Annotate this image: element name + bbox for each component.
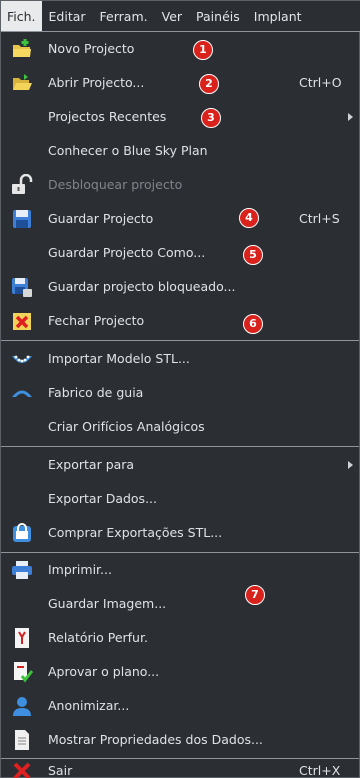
- menu-item-label: Anonimizar...: [48, 698, 130, 713]
- menu-item-label: Desbloquear projecto: [48, 177, 183, 192]
- menu-item-label: Abrir Projecto...: [48, 75, 145, 90]
- menu-item-export-data[interactable]: Exportar Dados...: [1, 482, 359, 516]
- anonymize-user-icon: [13, 697, 31, 716]
- import-stl-icon: [12, 355, 32, 363]
- shortcut-label: Ctrl+X: [299, 763, 341, 778]
- menu-item-approve-plan[interactable]: Aprovar o plano...: [1, 655, 359, 689]
- menu-item-label: Relatório Perfur.: [48, 630, 148, 645]
- menu-item-label: Novo Projecto: [48, 41, 135, 56]
- menu-item-label: Aprovar o plano...: [48, 664, 160, 679]
- menu-item-buy-stl-exports[interactable]: Comprar Exportações STL...: [1, 516, 359, 550]
- menu-file[interactable]: Fich.: [1, 1, 42, 31]
- menu-item-new-project[interactable]: Novo Projecto: [1, 32, 359, 66]
- submenu-arrow-icon: [348, 461, 353, 469]
- application-window: Fich. Editar Ferram. Ver Painéis Implant…: [0, 0, 360, 778]
- annotation-badge: 3: [201, 108, 221, 128]
- exit-icon: [13, 762, 31, 778]
- open-folder-icon: [13, 74, 32, 90]
- annotation-badge: 6: [243, 314, 263, 334]
- annotation-badge: 1: [193, 40, 213, 60]
- shortcut-label: Ctrl+O: [299, 75, 342, 90]
- menu-item-label: Imprimir...: [48, 562, 112, 577]
- menu-item-save-project-as[interactable]: Guardar Projecto Como...: [1, 236, 359, 270]
- annotation-badge: 4: [239, 208, 259, 228]
- menu-item-about-blue-sky-plan[interactable]: Conhecer o Blue Sky Plan: [1, 134, 359, 168]
- menu-separator: [1, 340, 359, 341]
- menu-item-recent-projects[interactable]: Projectos Recentes: [1, 100, 359, 134]
- menu-item-import-stl[interactable]: Importar Modelo STL...: [1, 342, 359, 376]
- menu-implant[interactable]: Implant: [247, 1, 309, 31]
- menu-item-label: Importar Modelo STL...: [48, 351, 190, 366]
- menu-bar: Fich. Editar Ferram. Ver Painéis Implant: [1, 1, 360, 32]
- menu-item-save-image[interactable]: Guardar Imagem...: [1, 587, 359, 621]
- submenu-arrow-icon: [348, 113, 353, 121]
- menu-view[interactable]: Ver: [155, 1, 189, 31]
- menu-tools[interactable]: Ferram.: [93, 1, 155, 31]
- menu-item-label: Sair: [48, 763, 73, 778]
- file-menu-dropdown: Novo Projecto Abrir Projecto... Ctrl+O P…: [1, 32, 359, 778]
- menu-item-anonymize[interactable]: Anonimizar...: [1, 689, 359, 723]
- document-icon: [15, 730, 29, 750]
- menu-item-label: Fabrico de guia: [48, 385, 144, 400]
- menu-item-open-project[interactable]: Abrir Projecto... Ctrl+O: [1, 66, 359, 100]
- menu-separator: [1, 446, 359, 447]
- menu-item-save-locked-project[interactable]: Guardar projecto bloqueado...: [1, 270, 359, 304]
- surgical-guide-icon: [12, 390, 32, 397]
- menu-item-label: Fechar Projecto: [48, 313, 145, 328]
- menu-item-label: Criar Orifícios Analógicos: [48, 419, 205, 434]
- menu-item-label: Exportar para: [48, 457, 135, 472]
- menu-item-label: Guardar Projecto Como...: [48, 245, 206, 260]
- menu-item-label: Comprar Exportações STL...: [48, 525, 223, 540]
- menu-item-create-analog-holes[interactable]: Criar Orifícios Analógicos: [1, 410, 359, 444]
- menu-item-unlock-project: Desbloquear projecto: [1, 168, 359, 202]
- approve-plan-icon: [14, 662, 33, 683]
- close-project-icon: [13, 313, 31, 330]
- menu-edit[interactable]: Editar: [42, 1, 93, 31]
- save-icon: [13, 210, 31, 228]
- menu-item-label: Projectos Recentes: [48, 109, 167, 124]
- menu-item-print[interactable]: Imprimir...: [1, 553, 359, 587]
- menu-item-label: Mostrar Propriedades dos Dados...: [48, 732, 263, 747]
- menu-item-label: Conhecer o Blue Sky Plan: [48, 143, 208, 158]
- menu-item-show-data-properties[interactable]: Mostrar Propriedades dos Dados...: [1, 723, 359, 757]
- new-project-icon: [13, 39, 31, 57]
- cart-icon: [13, 523, 31, 542]
- menu-item-label: Guardar Imagem...: [48, 596, 167, 611]
- menu-item-save-project[interactable]: Guardar Projecto Ctrl+S: [1, 202, 359, 236]
- annotation-badge: 2: [199, 74, 219, 94]
- annotation-badge: 7: [245, 585, 265, 605]
- save-locked-icon: [12, 278, 32, 297]
- printer-icon: [12, 561, 32, 579]
- menu-panels[interactable]: Painéis: [189, 1, 247, 31]
- menu-item-label: Exportar Dados...: [48, 491, 157, 506]
- drill-report-icon: [15, 628, 29, 648]
- menu-item-export-to[interactable]: Exportar para: [1, 448, 359, 482]
- menu-item-label: Guardar Projecto: [48, 211, 154, 226]
- shortcut-label: Ctrl+S: [299, 211, 340, 226]
- annotation-badge: 5: [243, 245, 263, 265]
- menu-item-label: Guardar projecto bloqueado...: [48, 279, 236, 294]
- menu-item-close-project[interactable]: Fechar Projecto: [1, 304, 359, 338]
- menu-item-drilling-report[interactable]: Relatório Perfur.: [1, 621, 359, 655]
- menu-item-guide-manufacturing[interactable]: Fabrico de guia: [1, 376, 359, 410]
- unlock-icon: [12, 174, 33, 194]
- menu-item-exit[interactable]: Sair Ctrl+X: [1, 759, 359, 778]
